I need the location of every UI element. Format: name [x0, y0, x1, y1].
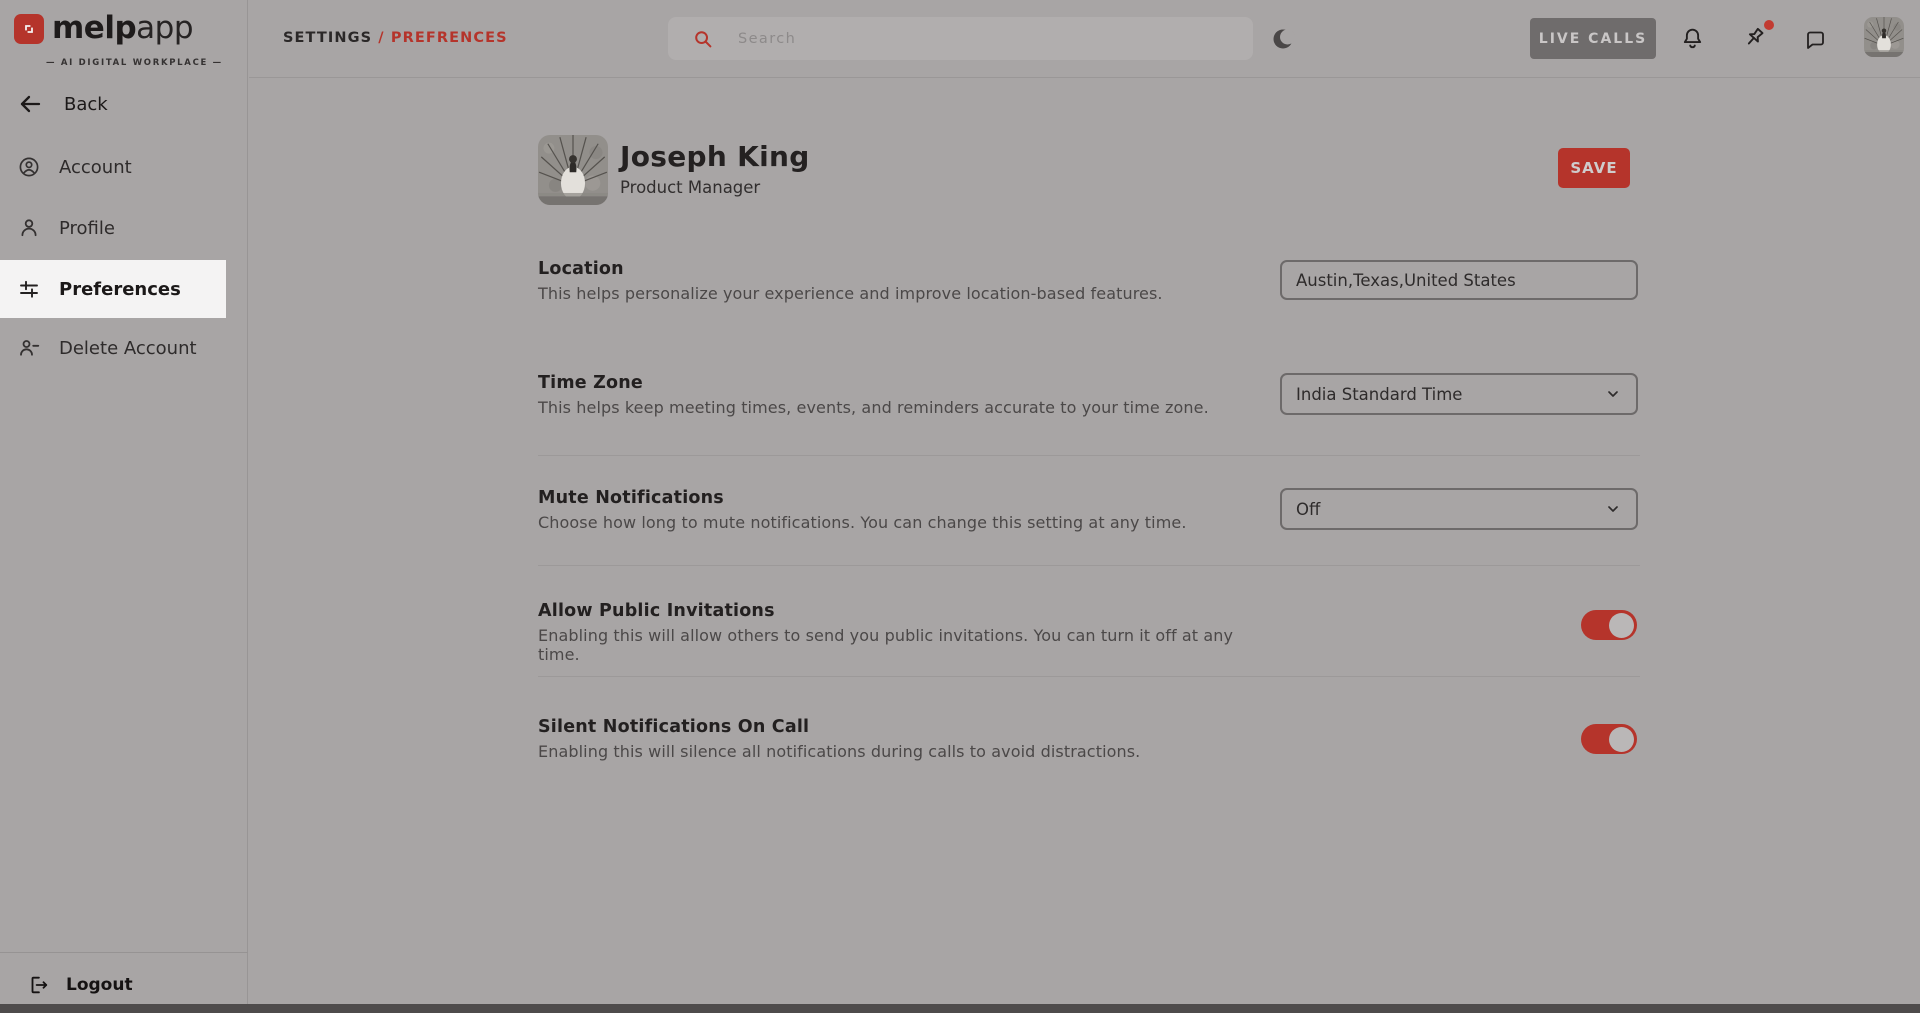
pushpin-icon	[1741, 26, 1768, 53]
mute-selected-value: Off	[1296, 500, 1320, 519]
chevron-down-icon	[1605, 501, 1621, 517]
bird-avatar-image	[1864, 17, 1904, 57]
search-bar[interactable]	[668, 17, 1253, 60]
app-logo[interactable]: melpapp	[14, 13, 193, 44]
topbar: SETTINGS / PREFRENCES LIVE CALLS	[249, 0, 1920, 78]
sidebar-item-label: Delete Account	[59, 338, 197, 359]
live-calls-button[interactable]: LIVE CALLS	[1530, 18, 1656, 59]
brand-name: melpapp	[52, 13, 193, 44]
setting-label: Mute Notifications	[538, 488, 1258, 508]
brand-tagline: — AI DIGITAL WORKPLACE —	[46, 58, 223, 68]
save-button[interactable]: SAVE	[1558, 148, 1630, 188]
pin-notification-dot	[1764, 20, 1774, 30]
profile-name: Joseph King	[620, 140, 810, 173]
sidebar-item-account[interactable]: Account	[0, 138, 226, 196]
person-icon	[17, 216, 41, 240]
logout-button[interactable]: Logout	[27, 974, 133, 996]
setting-label: Location	[538, 259, 1258, 279]
bird-avatar-image	[538, 135, 608, 205]
account-circle-icon	[17, 155, 41, 179]
sidebar-divider	[0, 952, 248, 953]
brand-name-light: app	[136, 10, 193, 46]
silent-on-call-toggle[interactable]	[1581, 724, 1637, 754]
setting-row-location: Location This helps personalize your exp…	[538, 259, 1258, 303]
sidebar-item-delete-account[interactable]: Delete Account	[0, 319, 226, 377]
breadcrumb-separator: /	[372, 30, 391, 46]
sidebar-item-label: Preferences	[59, 279, 181, 300]
row-divider	[538, 565, 1640, 566]
sidebar-item-label: Account	[59, 157, 132, 178]
setting-row-public-invitations: Allow Public Invitations Enabling this w…	[538, 601, 1258, 664]
breadcrumb-page: PREFRENCES	[391, 30, 508, 46]
chat-bubble-icon	[1803, 28, 1828, 52]
sidebar: melpapp — AI DIGITAL WORKPLACE — Back Ac…	[0, 0, 248, 1004]
chat-button[interactable]	[1803, 28, 1828, 52]
breadcrumb: SETTINGS / PREFRENCES	[283, 30, 508, 46]
breadcrumb-section: SETTINGS	[283, 30, 372, 46]
timezone-select[interactable]: India Standard Time	[1280, 373, 1638, 415]
toggle-knob	[1609, 727, 1634, 752]
sidebar-item-label: Profile	[59, 218, 115, 239]
bottom-edge-bar	[0, 1004, 1920, 1013]
row-divider	[538, 455, 1640, 456]
setting-description: Enabling this will allow others to send …	[538, 626, 1258, 664]
timezone-selected-value: India Standard Time	[1296, 385, 1462, 404]
preferences-panel: Joseph King Product Manager SAVE Locatio…	[249, 79, 1920, 1004]
setting-label: Silent Notifications On Call	[538, 717, 1258, 737]
setting-description: This helps keep meeting times, events, a…	[538, 398, 1258, 417]
theme-toggle-button[interactable]	[1271, 27, 1295, 51]
melp-logo-icon	[14, 14, 44, 44]
row-divider	[538, 676, 1640, 677]
back-arrow-icon	[17, 92, 43, 116]
setting-description: Choose how long to mute notifications. Y…	[538, 513, 1258, 532]
setting-label: Time Zone	[538, 373, 1258, 393]
sidebar-item-preferences[interactable]: Preferences	[0, 260, 226, 318]
public-invitations-toggle[interactable]	[1581, 610, 1637, 640]
logout-label: Logout	[66, 975, 133, 995]
pinned-items-button[interactable]	[1741, 26, 1768, 53]
mute-notifications-select[interactable]: Off	[1280, 488, 1638, 530]
back-button[interactable]: Back	[17, 92, 108, 116]
sidebar-item-profile[interactable]: Profile	[0, 199, 226, 257]
setting-row-mute-notifications: Mute Notifications Choose how long to mu…	[538, 488, 1258, 532]
toggle-knob	[1609, 613, 1634, 638]
bell-icon	[1680, 26, 1705, 52]
chevron-down-icon	[1605, 386, 1621, 402]
profile-role: Product Manager	[620, 178, 760, 197]
setting-description: This helps personalize your experience a…	[538, 284, 1258, 303]
profile-avatar	[538, 135, 608, 205]
setting-row-timezone: Time Zone This helps keep meeting times,…	[538, 373, 1258, 417]
setting-label: Allow Public Invitations	[538, 601, 1258, 621]
brand-name-bold: melp	[52, 10, 136, 46]
logout-icon	[27, 974, 49, 996]
search-icon	[693, 29, 713, 49]
search-input[interactable]	[738, 31, 1253, 47]
back-label: Back	[64, 94, 108, 115]
sliders-icon	[17, 277, 41, 301]
person-minus-icon	[17, 336, 41, 360]
moon-icon	[1271, 27, 1295, 51]
user-avatar[interactable]	[1864, 17, 1904, 57]
location-input[interactable]	[1280, 260, 1638, 300]
setting-row-silent-on-call: Silent Notifications On Call Enabling th…	[538, 717, 1258, 761]
notifications-button[interactable]	[1680, 26, 1705, 52]
setting-description: Enabling this will silence all notificat…	[538, 742, 1258, 761]
